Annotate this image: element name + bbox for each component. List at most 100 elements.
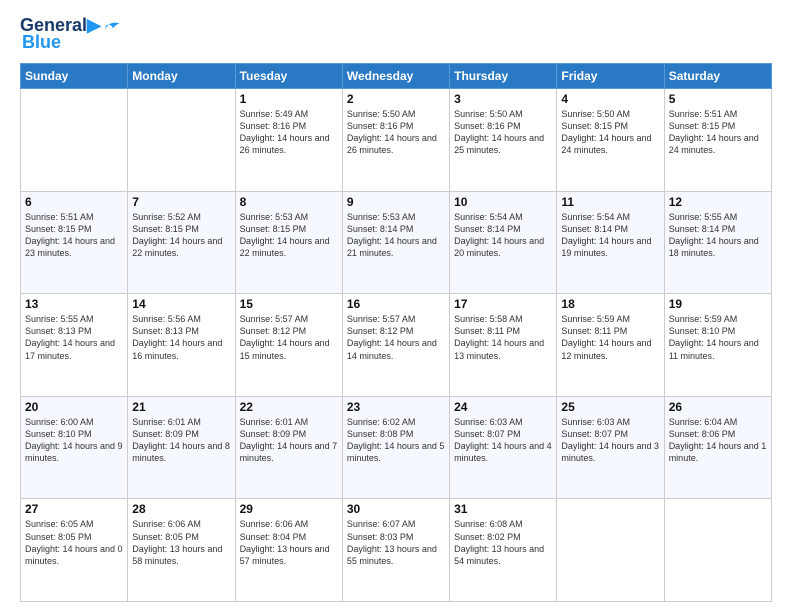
- page: General▶ Blue SundayMondayTuesdayWednesd…: [0, 0, 792, 612]
- day-number: 25: [561, 400, 659, 414]
- calendar-cell: 29Sunrise: 6:06 AM Sunset: 8:04 PM Dayli…: [235, 499, 342, 602]
- calendar-cell: 15 Sunrise: 5:57 AM Sunset: 8:12 PM Dayli…: [235, 294, 342, 397]
- calendar-cell: [557, 499, 664, 602]
- day-number: 3: [454, 92, 552, 106]
- day-info: Sunrise: 5:50 AM Sunset: 8:15 PM Dayligh…: [561, 108, 659, 157]
- calendar-cell: 17 Sunrise: 5:58 AM Sunset: 8:11 PM Dayli…: [450, 294, 557, 397]
- day-info: Sunrise: 6:03 AM Sunset: 8:07 PM Dayligh…: [454, 416, 552, 465]
- calendar-cell: [128, 89, 235, 192]
- day-number: 13: [25, 297, 123, 311]
- day-info: Sunrise: 5:51 AM Sunset: 8:15 PM Dayligh…: [669, 108, 767, 157]
- calendar-cell: 1 Sunrise: 5:49 AM Sunset: 8:16 PM Daylig…: [235, 89, 342, 192]
- weekday-header: Sunday: [21, 64, 128, 89]
- day-info: Sunrise: 5:50 AM Sunset: 8:16 PM Dayligh…: [454, 108, 552, 157]
- day-info: Sunrise: 5:49 AM Sunset: 8:16 PM Dayligh…: [240, 108, 338, 157]
- calendar-cell: 21 Sunrise: 6:01 AM Sunset: 8:09 PM Dayli…: [128, 396, 235, 499]
- day-number: 10: [454, 195, 552, 209]
- day-info: Sunrise: 5:57 AM Sunset: 8:12 PM Dayligh…: [240, 313, 338, 362]
- day-info: Sunrise: 5:57 AM Sunset: 8:12 PM Dayligh…: [347, 313, 445, 362]
- day-number: 21: [132, 400, 230, 414]
- calendar-week-row: 6 Sunrise: 5:51 AM Sunset: 8:15 PM Daylig…: [21, 191, 772, 294]
- day-number: 1: [240, 92, 338, 106]
- day-info: Sunrise: 5:54 AM Sunset: 8:14 PM Dayligh…: [561, 211, 659, 260]
- day-number: 15: [240, 297, 338, 311]
- day-info: Sunrise: 5:59 AM Sunset: 8:11 PM Dayligh…: [561, 313, 659, 362]
- day-info: Sunrise: 5:55 AM Sunset: 8:14 PM Dayligh…: [669, 211, 767, 260]
- calendar-cell: [664, 499, 771, 602]
- day-number: 27: [25, 502, 123, 516]
- calendar-cell: [21, 89, 128, 192]
- calendar-cell: 7Sunrise: 5:52 AM Sunset: 8:15 PM Daylig…: [128, 191, 235, 294]
- day-info: Sunrise: 6:01 AM Sunset: 8:09 PM Dayligh…: [240, 416, 338, 465]
- calendar-table: SundayMondayTuesdayWednesdayThursdayFrid…: [20, 63, 772, 602]
- weekday-header: Wednesday: [342, 64, 449, 89]
- calendar-cell: 30Sunrise: 6:07 AM Sunset: 8:03 PM Dayli…: [342, 499, 449, 602]
- calendar-cell: 11 Sunrise: 5:54 AM Sunset: 8:14 PM Dayli…: [557, 191, 664, 294]
- day-number: 22: [240, 400, 338, 414]
- header: General▶ Blue: [20, 16, 772, 53]
- day-info: Sunrise: 6:08 AM Sunset: 8:02 PM Dayligh…: [454, 518, 552, 567]
- calendar-cell: 23 Sunrise: 6:02 AM Sunset: 8:08 PM Dayli…: [342, 396, 449, 499]
- calendar-cell: 25 Sunrise: 6:03 AM Sunset: 8:07 PM Dayli…: [557, 396, 664, 499]
- logo-bird-icon: [103, 16, 123, 36]
- day-info: Sunrise: 6:01 AM Sunset: 8:09 PM Dayligh…: [132, 416, 230, 465]
- calendar-cell: 20Sunrise: 6:00 AM Sunset: 8:10 PM Dayli…: [21, 396, 128, 499]
- calendar-cell: 9 Sunrise: 5:53 AM Sunset: 8:14 PM Daylig…: [342, 191, 449, 294]
- calendar-week-row: 1 Sunrise: 5:49 AM Sunset: 8:16 PM Daylig…: [21, 89, 772, 192]
- calendar-cell: 12 Sunrise: 5:55 AM Sunset: 8:14 PM Dayli…: [664, 191, 771, 294]
- calendar-cell: 3 Sunrise: 5:50 AM Sunset: 8:16 PM Daylig…: [450, 89, 557, 192]
- day-info: Sunrise: 5:52 AM Sunset: 8:15 PM Dayligh…: [132, 211, 230, 260]
- day-number: 8: [240, 195, 338, 209]
- day-info: Sunrise: 5:50 AM Sunset: 8:16 PM Dayligh…: [347, 108, 445, 157]
- day-number: 9: [347, 195, 445, 209]
- calendar-cell: 13 Sunrise: 5:55 AM Sunset: 8:13 PM Dayli…: [21, 294, 128, 397]
- weekday-header: Monday: [128, 64, 235, 89]
- day-info: Sunrise: 6:04 AM Sunset: 8:06 PM Dayligh…: [669, 416, 767, 465]
- logo: General▶ Blue: [20, 16, 123, 53]
- day-number: 26: [669, 400, 767, 414]
- day-number: 24: [454, 400, 552, 414]
- calendar-cell: 8 Sunrise: 5:53 AM Sunset: 8:15 PM Daylig…: [235, 191, 342, 294]
- day-info: Sunrise: 6:02 AM Sunset: 8:08 PM Dayligh…: [347, 416, 445, 465]
- day-number: 11: [561, 195, 659, 209]
- day-info: Sunrise: 6:03 AM Sunset: 8:07 PM Dayligh…: [561, 416, 659, 465]
- calendar-cell: 28 Sunrise: 6:06 AM Sunset: 8:05 PM Dayli…: [128, 499, 235, 602]
- calendar-cell: 22 Sunrise: 6:01 AM Sunset: 8:09 PM Dayli…: [235, 396, 342, 499]
- calendar-cell: 16Sunrise: 5:57 AM Sunset: 8:12 PM Dayli…: [342, 294, 449, 397]
- day-number: 18: [561, 297, 659, 311]
- day-number: 31: [454, 502, 552, 516]
- day-number: 28: [132, 502, 230, 516]
- day-number: 29: [240, 502, 338, 516]
- day-number: 12: [669, 195, 767, 209]
- day-number: 23: [347, 400, 445, 414]
- calendar-week-row: 13 Sunrise: 5:55 AM Sunset: 8:13 PM Dayli…: [21, 294, 772, 397]
- calendar-header-row: SundayMondayTuesdayWednesdayThursdayFrid…: [21, 64, 772, 89]
- weekday-header: Friday: [557, 64, 664, 89]
- day-number: 2: [347, 92, 445, 106]
- calendar-week-row: 20Sunrise: 6:00 AM Sunset: 8:10 PM Dayli…: [21, 396, 772, 499]
- day-number: 20: [25, 400, 123, 414]
- day-info: Sunrise: 5:53 AM Sunset: 8:14 PM Dayligh…: [347, 211, 445, 260]
- day-info: Sunrise: 5:55 AM Sunset: 8:13 PM Dayligh…: [25, 313, 123, 362]
- day-number: 4: [561, 92, 659, 106]
- calendar-cell: 26 Sunrise: 6:04 AM Sunset: 8:06 PM Dayli…: [664, 396, 771, 499]
- day-info: Sunrise: 5:58 AM Sunset: 8:11 PM Dayligh…: [454, 313, 552, 362]
- day-info: Sunrise: 5:53 AM Sunset: 8:15 PM Dayligh…: [240, 211, 338, 260]
- day-number: 30: [347, 502, 445, 516]
- day-info: Sunrise: 5:56 AM Sunset: 8:13 PM Dayligh…: [132, 313, 230, 362]
- day-info: Sunrise: 5:51 AM Sunset: 8:15 PM Dayligh…: [25, 211, 123, 260]
- day-number: 19: [669, 297, 767, 311]
- day-number: 6: [25, 195, 123, 209]
- day-number: 17: [454, 297, 552, 311]
- day-info: Sunrise: 6:06 AM Sunset: 8:05 PM Dayligh…: [132, 518, 230, 567]
- calendar-cell: 31 Sunrise: 6:08 AM Sunset: 8:02 PM Dayli…: [450, 499, 557, 602]
- day-number: 5: [669, 92, 767, 106]
- day-info: Sunrise: 5:59 AM Sunset: 8:10 PM Dayligh…: [669, 313, 767, 362]
- calendar-week-row: 27Sunrise: 6:05 AM Sunset: 8:05 PM Dayli…: [21, 499, 772, 602]
- calendar-cell: 4 Sunrise: 5:50 AM Sunset: 8:15 PM Daylig…: [557, 89, 664, 192]
- calendar-cell: 27Sunrise: 6:05 AM Sunset: 8:05 PM Dayli…: [21, 499, 128, 602]
- weekday-header: Tuesday: [235, 64, 342, 89]
- calendar-cell: 2 Sunrise: 5:50 AM Sunset: 8:16 PM Daylig…: [342, 89, 449, 192]
- calendar-cell: 14Sunrise: 5:56 AM Sunset: 8:13 PM Dayli…: [128, 294, 235, 397]
- day-info: Sunrise: 5:54 AM Sunset: 8:14 PM Dayligh…: [454, 211, 552, 260]
